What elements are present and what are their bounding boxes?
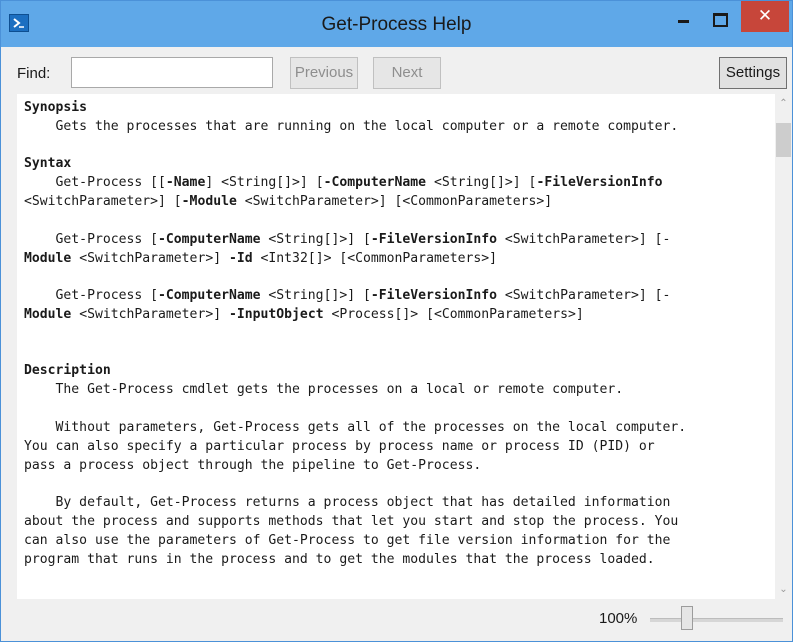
synopsis-heading: Synopsis bbox=[24, 100, 88, 115]
syntax-text: <SwitchParameter>] [<CommonParameters>] bbox=[236, 194, 553, 209]
description-heading: Description bbox=[24, 363, 111, 378]
syntax-text: Get-Process [ bbox=[24, 288, 159, 303]
synopsis-text: Gets the processes that are running on t… bbox=[24, 119, 679, 134]
syntax-heading: Syntax bbox=[24, 156, 72, 171]
minimize-button[interactable] bbox=[667, 7, 701, 31]
syntax-text: ] <String[]>] [ bbox=[205, 175, 324, 190]
syntax-parameter: -ComputerName bbox=[158, 232, 261, 247]
syntax-block-3: Get-Process [-ComputerName <String[]>] [… bbox=[24, 286, 670, 324]
syntax-text: <String[]>] [ bbox=[426, 175, 537, 190]
syntax-text: <SwitchParameter>] [- bbox=[504, 288, 671, 303]
zoom-label: 100% bbox=[599, 610, 638, 627]
syntax-parameter: -FileVersionInfo bbox=[536, 175, 663, 190]
close-button[interactable]: ✕ bbox=[741, 1, 789, 32]
syntax-block-1: Get-Process [[-Name] <String[]>] [-Compu… bbox=[24, 173, 663, 211]
syntax-parameter: -ComputerName bbox=[323, 175, 427, 190]
syntax-parameter: -FileVersionInfo bbox=[370, 232, 498, 247]
syntax-parameter: -Id bbox=[228, 251, 253, 266]
find-label: Find: bbox=[17, 65, 51, 82]
find-input[interactable] bbox=[71, 57, 273, 88]
syntax-text: <SwitchParameter>] bbox=[71, 251, 229, 266]
syntax-text: <SwitchParameter>] [- bbox=[504, 232, 671, 247]
scroll-down-icon[interactable]: ⌄ bbox=[775, 584, 792, 596]
help-window: Get-Process Help ✕ Find: Previous Next S… bbox=[0, 0, 793, 642]
syntax-text: <Process[]> [<CommonParameters>] bbox=[323, 307, 584, 322]
syntax-text: <SwitchParameter>] bbox=[71, 307, 229, 322]
scroll-up-icon[interactable]: ⌃ bbox=[775, 98, 792, 110]
vertical-scrollbar[interactable]: ⌃ ⌄ bbox=[775, 94, 792, 600]
syntax-parameter: -ComputerName bbox=[158, 288, 261, 303]
description-paragraph-3: By default, Get-Process returns a proces… bbox=[24, 495, 679, 567]
description-paragraph-1: The Get-Process cmdlet gets the processe… bbox=[24, 382, 624, 397]
syntax-block-2: Get-Process [-ComputerName <String[]>] [… bbox=[24, 230, 670, 268]
syntax-parameter: -FileVersionInfo bbox=[370, 288, 498, 303]
zoom-slider-thumb[interactable] bbox=[681, 606, 693, 630]
syntax-text: Get-Process [ bbox=[24, 232, 159, 247]
syntax-text: <String[]>] [ bbox=[260, 288, 371, 303]
syntax-text: <SwitchParameter>] [ bbox=[24, 194, 182, 209]
syntax-parameter: -Module bbox=[181, 194, 237, 209]
syntax-parameter: -Name bbox=[165, 175, 206, 190]
syntax-parameter: Module bbox=[24, 307, 72, 322]
syntax-text: <Int32[]> [<CommonParameters>] bbox=[252, 251, 498, 266]
title-bar[interactable]: Get-Process Help ✕ bbox=[1, 1, 792, 47]
syntax-parameter: -InputObject bbox=[228, 307, 324, 322]
help-content[interactable]: Synopsis Gets the processes that are run… bbox=[17, 94, 775, 599]
syntax-parameter: Module bbox=[24, 251, 72, 266]
zoom-slider-track[interactable] bbox=[650, 618, 783, 622]
previous-button[interactable]: Previous bbox=[290, 57, 358, 89]
syntax-text: <String[]>] [ bbox=[260, 232, 371, 247]
settings-button[interactable]: Settings bbox=[719, 57, 787, 89]
syntax-text: Get-Process [[ bbox=[24, 175, 166, 190]
next-button[interactable]: Next bbox=[373, 57, 441, 89]
description-paragraph-2: Without parameters, Get-Process gets all… bbox=[24, 420, 687, 473]
scroll-thumb[interactable] bbox=[776, 123, 791, 157]
maximize-button[interactable] bbox=[703, 7, 737, 31]
